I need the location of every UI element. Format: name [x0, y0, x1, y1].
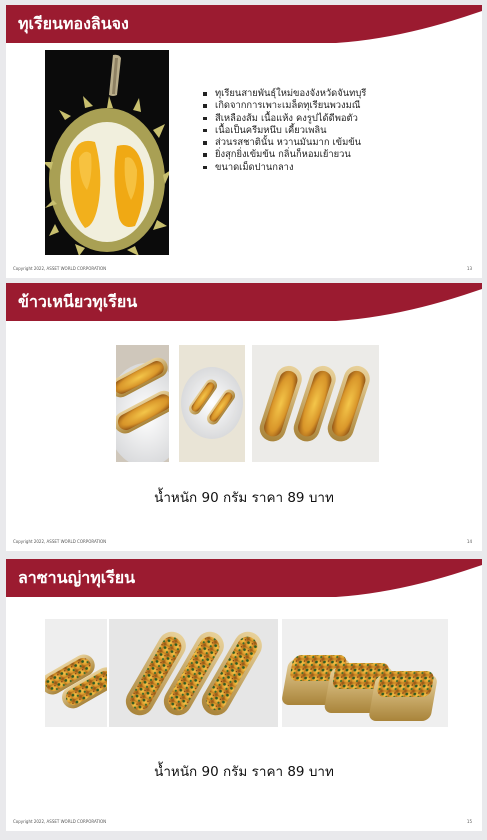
slide-title: ลาซานญ่าทุเรียน [18, 568, 136, 587]
page-number: 15 [466, 819, 472, 824]
page-number: 13 [466, 266, 472, 271]
feature-item: ส่วนรสชาตินั้น หวานมันมาก เข้มข้น [201, 137, 366, 149]
copyright-text: Copyright 2022, ASSET WORLD CORPORATION [13, 539, 107, 544]
product-photo-2 [109, 619, 278, 727]
title-banner: ทุเรียนทองลินจง [6, 5, 482, 45]
price-label: น้ำหนัก 90 กรัม ราคา 89 บาท [154, 764, 334, 780]
lasagna-pair-image [45, 619, 107, 727]
feature-item: สีเหลืองส้ม เนื้อแห้ง คงรูปได้ดีพอตัว [201, 113, 366, 125]
feature-list: ทุเรียนสายพันธุ์ใหม่ของจังหวัดจันทบุรี เ… [201, 88, 366, 174]
feature-item: เนื้อเป็นครีมหนึบ เคี้ยวเพลิน [201, 125, 366, 137]
page-number: 14 [466, 539, 472, 544]
slide-lasagna: ลาซานญ่าทุเรียน น้ำหนัก 90 กรัม ราคา 89 … [6, 559, 482, 831]
slide-sticky-rice: ข้าวเหนียวทุเรียน น้ำหนัก 90 กรัม ราคา 8… [6, 283, 482, 551]
copyright-text: Copyright 2022, ASSET WORLD CORPORATION [13, 266, 107, 271]
title-banner: ลาซานญ่าทุเรียน [6, 559, 482, 599]
product-photo-1 [116, 345, 169, 462]
product-photo-3 [282, 619, 448, 727]
feature-item: ยิ่งสุกยิ่งเข้มข้น กลิ่นก็หอมเย้ายวน [201, 149, 366, 161]
slide-title: ทุเรียนทองลินจง [18, 14, 129, 33]
feature-item: ทุเรียนสายพันธุ์ใหม่ของจังหวัดจันทบุรี [201, 88, 366, 100]
slide-title: ข้าวเหนียวทุเรียน [18, 292, 138, 311]
product-photo-1 [45, 619, 107, 727]
lasagna-side-image [282, 619, 448, 727]
lasagna-trio-image [109, 619, 278, 727]
feature-item: ขนาดเม็ดปานกลาง [201, 162, 366, 174]
product-photo-2 [179, 345, 245, 462]
durian-photo [45, 50, 169, 255]
feature-item: เกิดจากการเพาะเมล็ดทุเรียนพวงมณี [201, 100, 366, 112]
sticky-rice-trio-image [252, 345, 379, 462]
product-photo-3 [252, 345, 379, 462]
title-banner: ข้าวเหนียวทุเรียน [6, 283, 482, 323]
slide-durian-variety: ทุเรียนทองลินจง ทุเรียนสายพันธุ์ใหม่ของจ… [6, 5, 482, 278]
sticky-rice-tray-image [116, 345, 169, 462]
copyright-text: Copyright 2022, ASSET WORLD CORPORATION [13, 819, 107, 824]
price-label: น้ำหนัก 90 กรัม ราคา 89 บาท [154, 490, 334, 506]
sticky-rice-plate-image [179, 345, 245, 462]
durian-image [45, 50, 169, 255]
